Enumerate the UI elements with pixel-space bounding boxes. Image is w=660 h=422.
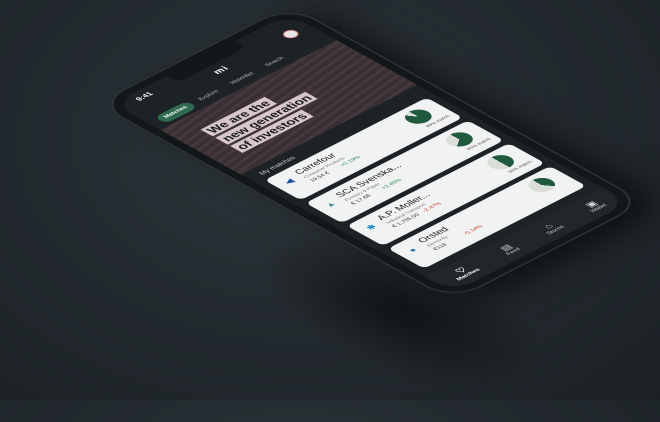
- nav-feed[interactable]: ▤ Feed: [496, 242, 522, 256]
- phone-mockup: 9:41 mi Matches Explore Watchlist Search…: [98, 6, 644, 300]
- stock-change: +2.45%: [380, 178, 404, 191]
- stock-change: -0.14%: [462, 224, 485, 236]
- nav-wallet[interactable]: ▣ Wallet: [580, 198, 609, 214]
- carrefour-logo-icon: ◀: [281, 177, 296, 186]
- maersk-star-logo-icon: ✱: [363, 222, 379, 231]
- phone-screen: 9:41 mi Matches Explore Watchlist Search…: [112, 13, 630, 293]
- sca-logo-icon: ▲: [322, 200, 339, 209]
- match-pie-icon: [522, 175, 561, 196]
- orsted-logo-icon: ●: [406, 246, 420, 254]
- stage: 9:41 mi Matches Explore Watchlist Search…: [0, 0, 660, 400]
- nav-matches[interactable]: ♡ Matches: [446, 263, 482, 281]
- nav-stores[interactable]: ⌂ Stores: [536, 220, 565, 235]
